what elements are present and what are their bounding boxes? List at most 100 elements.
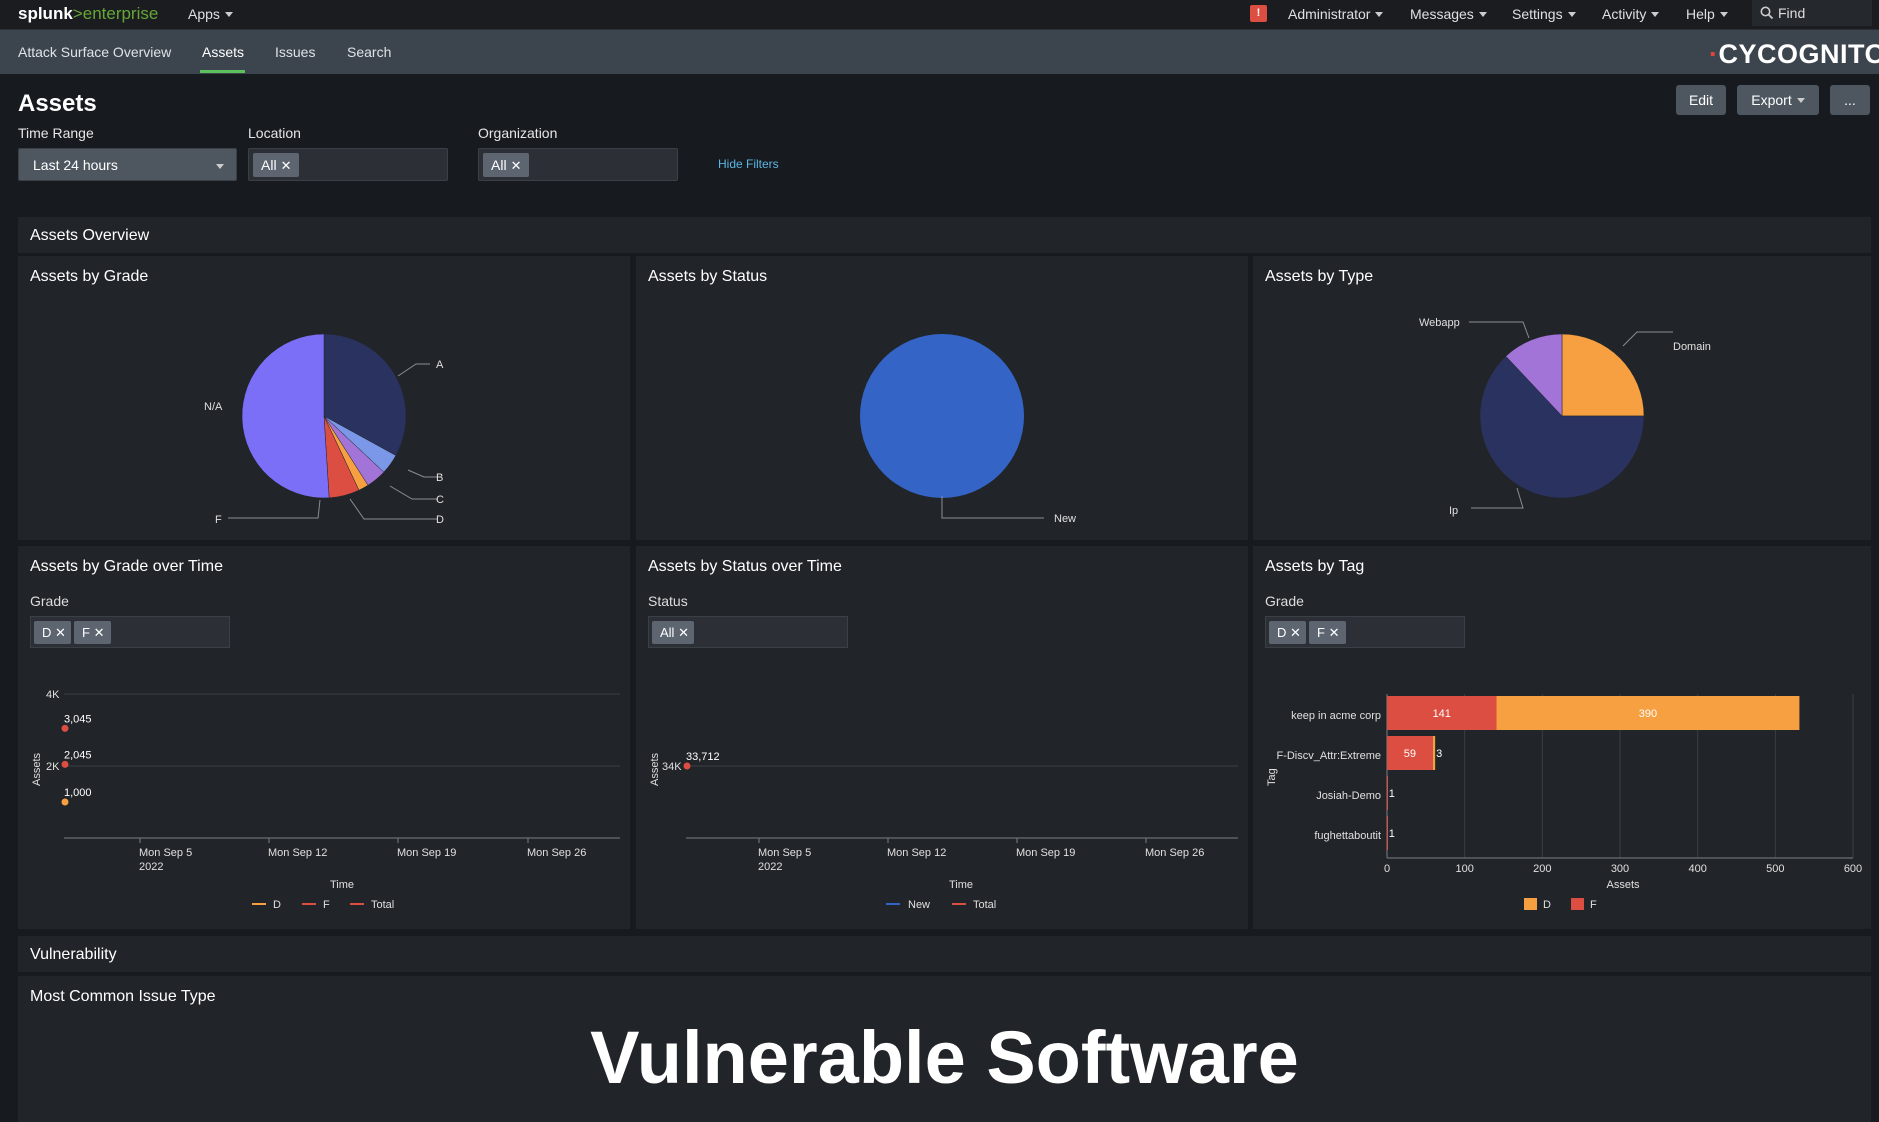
x-tick-400: 400	[1688, 863, 1706, 875]
legend-f[interactable]: F	[323, 899, 330, 911]
grade-over-time-panel: Assets by Grade over Time Grade D ✕ F ✕ …	[18, 546, 630, 929]
status-line-chart: 34K Mon Sep 5 2022 Mon Sep 12 Mon Sep 19…	[649, 751, 1238, 911]
tab-attack-surface-overview[interactable]: Attack Surface Overview	[18, 44, 171, 60]
x-tick-sep19: Mon Sep 19	[1016, 847, 1075, 859]
x-tick-sep5: Mon Sep 5	[139, 847, 192, 859]
organization-multiselect[interactable]: All ✕	[478, 148, 678, 181]
apps-menu[interactable]: Apps	[188, 6, 233, 22]
legend-new[interactable]: New	[908, 899, 930, 911]
pie-label-na: N/A	[204, 401, 223, 413]
y-tick-2k: 2K	[46, 761, 60, 773]
x-tick-sep26: Mon Sep 26	[527, 847, 586, 859]
help-menu[interactable]: Help	[1686, 6, 1728, 22]
caret-down-icon	[1651, 12, 1660, 17]
tag-category-josiah-demo: Josiah-Demo	[1316, 790, 1381, 802]
status-slice-new[interactable]	[860, 334, 1024, 498]
tag-category-keep-in-acme-corp: keep in acme corp	[1291, 710, 1381, 722]
pie-label-c: C	[436, 494, 444, 506]
x-axis-label: Time	[949, 879, 973, 891]
splunk-logo[interactable]: splunk>enterprise	[18, 4, 158, 24]
tag-bar-label-f-3: 1	[1389, 828, 1395, 840]
status-total-point[interactable]	[683, 762, 691, 770]
pie-label-a: A	[436, 359, 444, 371]
organization-chip[interactable]: All ✕	[483, 153, 529, 177]
time-range-select[interactable]: Last 24 hours	[18, 148, 237, 181]
tag-bar-label-f-2: 1	[1389, 788, 1395, 800]
x-tick-2022: 2022	[758, 861, 782, 873]
vulnerability-header: Vulnerability	[18, 936, 1871, 972]
y-axis-label: Tag	[1266, 768, 1278, 786]
assets-overview-header: Assets Overview	[18, 217, 1871, 253]
close-icon[interactable]: ✕	[511, 158, 522, 173]
most-common-issue-value: Vulnerable Software	[590, 1016, 1299, 1099]
grade-pie-chart: A B C D F N/A	[204, 333, 444, 526]
assets-by-type-panel: Assets by Type Domain Ip Webapp	[1253, 256, 1871, 540]
settings-menu[interactable]: Settings	[1512, 6, 1576, 22]
legend-d-swatch	[1524, 898, 1537, 910]
x-tick-100: 100	[1455, 863, 1473, 875]
pie-label-d: D	[436, 514, 444, 526]
y-axis-label: Assets	[31, 752, 43, 786]
tag-bar-label-f-0: 141	[1433, 708, 1451, 720]
cycognito-logo: ·CYCOGNITO	[1709, 39, 1879, 69]
location-multiselect[interactable]: All ✕	[248, 148, 448, 181]
organization-label: Organization	[478, 125, 558, 141]
x-axis-label: Assets	[1606, 879, 1640, 891]
assets-by-status-panel: Assets by Status New	[636, 256, 1248, 540]
messages-menu[interactable]: Messages	[1410, 6, 1487, 22]
close-icon[interactable]: ✕	[281, 158, 292, 173]
export-button[interactable]: Export	[1737, 85, 1819, 115]
y-tick-34k: 34K	[662, 761, 682, 773]
location-chip[interactable]: All ✕	[253, 153, 299, 177]
location-label: Location	[248, 125, 301, 141]
x-tick-2022: 2022	[139, 861, 163, 873]
grade-point-label-total: 3,045	[64, 713, 92, 725]
search-icon	[1760, 6, 1774, 20]
tab-assets[interactable]: Assets	[202, 44, 244, 60]
legend-f[interactable]: F	[1590, 899, 1597, 911]
alert-icon[interactable]: !	[1250, 5, 1267, 22]
pie-label-webapp: Webapp	[1419, 317, 1460, 329]
app-bar: Attack Surface Overview Assets Issues Se…	[0, 30, 1879, 74]
find-input[interactable]: Find	[1752, 0, 1872, 26]
grade-point-d[interactable]	[61, 798, 69, 806]
legend-total[interactable]: Total	[371, 899, 394, 911]
tab-search[interactable]: Search	[347, 44, 391, 60]
more-button[interactable]: ...	[1830, 85, 1870, 115]
caret-down-icon	[1478, 12, 1487, 17]
grade-line-chart: 4K 2K Mon Sep 5 2022 Mon Sep 12 Mon Sep …	[31, 689, 620, 911]
pie-label-b: B	[436, 472, 443, 484]
legend-total[interactable]: Total	[973, 899, 996, 911]
administrator-menu[interactable]: Administrator	[1288, 6, 1384, 22]
legend-d[interactable]: D	[273, 899, 281, 911]
y-tick-4k: 4K	[46, 689, 60, 701]
caret-down-icon	[1567, 12, 1576, 17]
status-pie-chart: New	[860, 334, 1076, 525]
caret-down-icon	[1719, 12, 1728, 17]
pie-label-ip: Ip	[1449, 505, 1458, 517]
tag-category-f-discv-attr-extreme: F-Discv_Attr:Extreme	[1276, 750, 1381, 762]
assets-by-tag-panel: Assets by Tag Grade D ✕ F ✕ 141 390 59 3 1 1 …	[1253, 546, 1871, 929]
panel-title: Most Common Issue Type	[30, 988, 216, 1005]
legend-d[interactable]: D	[1543, 899, 1551, 911]
type-slice-domain[interactable]	[1561, 333, 1645, 417]
tag-bar-chart: 141 390 59 3 1 1 0 100 200 300 400 500 600 keep in …	[1266, 694, 1862, 911]
tag-bar-d-1[interactable]	[1432, 736, 1436, 770]
tag-bar-label-d-0: 390	[1639, 708, 1657, 720]
x-tick-0: 0	[1384, 863, 1390, 875]
x-tick-sep26: Mon Sep 26	[1145, 847, 1204, 859]
activity-menu[interactable]: Activity	[1602, 6, 1660, 22]
x-tick-600: 600	[1844, 863, 1862, 875]
x-tick-sep12: Mon Sep 12	[887, 847, 946, 859]
x-tick-300: 300	[1611, 863, 1629, 875]
time-range-label: Time Range	[18, 125, 94, 141]
tab-issues[interactable]: Issues	[275, 44, 315, 60]
hide-filters-link[interactable]: Hide Filters	[718, 157, 779, 171]
caret-down-icon	[224, 12, 233, 17]
grade-point-label-d: 1,000	[64, 787, 92, 799]
grade-point-total[interactable]	[61, 724, 69, 732]
grade-point-f[interactable]	[61, 760, 69, 768]
edit-button[interactable]: Edit	[1676, 85, 1726, 115]
status-total-label: 33,712	[686, 751, 720, 763]
grade-slice-na[interactable]	[241, 333, 330, 499]
